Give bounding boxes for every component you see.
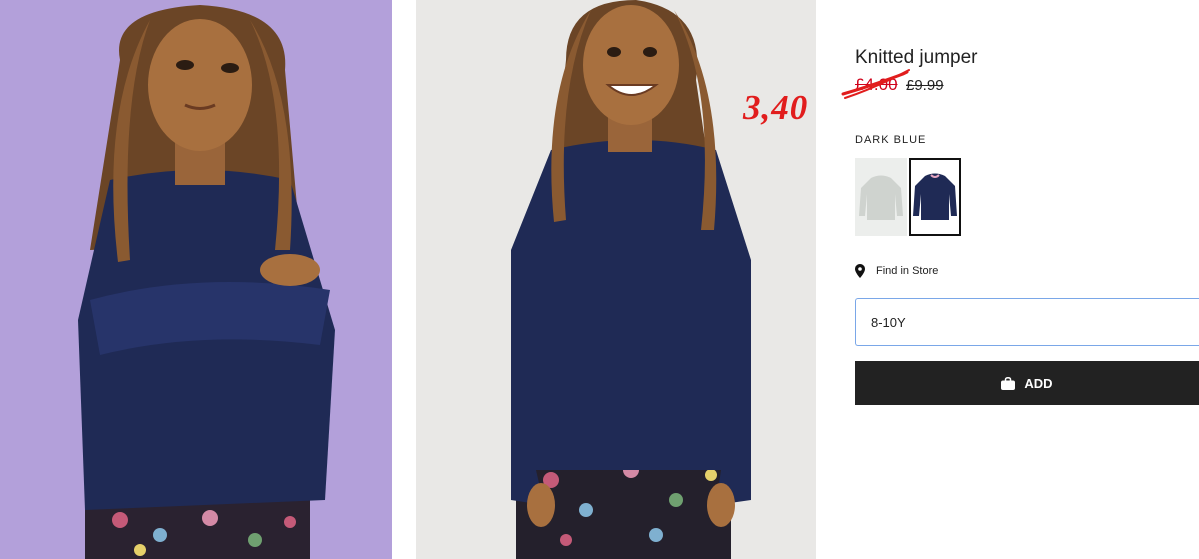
- product-info-panel: Knitted jumper £4.00 £9.99 3,40 DARK BLU…: [743, 0, 1199, 559]
- color-swatch-light-grey[interactable]: [855, 158, 907, 236]
- selected-color-label: DARK BLUE: [855, 134, 927, 146]
- grey-jumper-thumbnail: [855, 158, 907, 236]
- shopping-bag-icon: [1001, 376, 1016, 390]
- map-pin-icon: [855, 264, 865, 278]
- product-image-model-arms-crossed[interactable]: [0, 0, 392, 559]
- add-to-bag-button[interactable]: ADD: [855, 361, 1199, 405]
- model-illustration: [416, 0, 816, 559]
- blue-jumper-thumbnail: [911, 160, 959, 234]
- handwritten-strikethrough: [841, 69, 910, 99]
- add-button-label: ADD: [1024, 375, 1053, 391]
- size-selector[interactable]: 8-10Y: [855, 298, 1199, 346]
- find-in-store-label: Find in Store: [876, 265, 939, 277]
- color-swatch-dark-blue[interactable]: [909, 158, 961, 236]
- find-in-store-link[interactable]: Find in Store: [855, 264, 938, 278]
- selected-size-value: 8-10Y: [871, 314, 906, 330]
- product-image-model-smiling[interactable]: [416, 0, 816, 559]
- handwritten-new-price: 3,40: [743, 88, 809, 127]
- model-illustration: [0, 0, 392, 559]
